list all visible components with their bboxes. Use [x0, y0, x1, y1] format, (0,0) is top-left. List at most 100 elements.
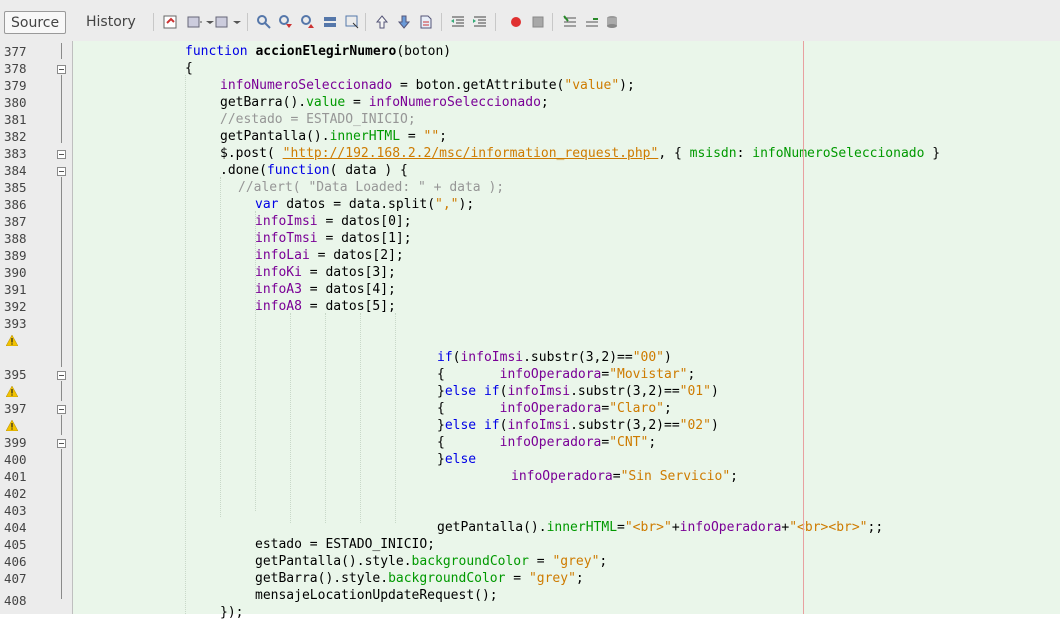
- code-text: ;: [599, 554, 608, 569]
- find-selection-icon[interactable]: [256, 14, 272, 30]
- string-literal: "<br><br>": [789, 520, 868, 535]
- code-text: ;: [730, 469, 738, 484]
- stop-macro-icon[interactable]: [530, 14, 546, 30]
- toggle-bookmark-icon[interactable]: [418, 14, 434, 30]
- string-literal: "Movistar": [609, 367, 688, 382]
- url-link[interactable]: "http://192.168.2.2/msc/information_requ…: [283, 146, 659, 161]
- shift-left-icon[interactable]: [450, 14, 466, 30]
- code-line: {: [185, 61, 193, 76]
- line-number: 378: [4, 61, 27, 76]
- fold-toggle[interactable]: [57, 150, 66, 159]
- indent-guide: [220, 177, 221, 517]
- fold-line: [61, 75, 62, 143]
- warning-icon[interactable]: [6, 386, 18, 397]
- line-number: 408: [4, 593, 27, 608]
- variable: infoA8: [255, 299, 302, 314]
- code-line: var datos = data.split(",");: [255, 197, 474, 213]
- toggle-rect-select-icon[interactable]: [344, 14, 360, 30]
- string-literal: "": [423, 129, 440, 144]
- database-icon[interactable]: [604, 14, 620, 30]
- code-line: getBarra().style.backgroundColor = "grey…: [255, 571, 584, 587]
- code-line: function accionElegirNumero(boton): [185, 44, 451, 60]
- code-editor[interactable]: function accionElegirNumero(boton) { inf…: [73, 41, 1060, 620]
- line-number: 406: [4, 554, 27, 569]
- line-number: 382: [4, 129, 27, 144]
- fold-toggle[interactable]: [57, 167, 66, 176]
- fold-line: [61, 177, 62, 367]
- previous-bookmark-icon[interactable]: [374, 14, 390, 30]
- find-next-icon[interactable]: [300, 14, 316, 30]
- toolbar-separator: [247, 13, 248, 31]
- find-previous-icon[interactable]: [278, 14, 294, 30]
- code-text: $.post(: [220, 146, 283, 161]
- line-number: 393: [4, 316, 27, 331]
- field: backgroundColor: [388, 571, 506, 586]
- code-text: }: [437, 384, 445, 399]
- code-line: infoOperadora="Sin Servicio";: [511, 469, 738, 485]
- code-line: .done(function( data ) {: [220, 163, 408, 179]
- variable: infoA3: [255, 282, 302, 297]
- code-text: getBarra().: [220, 95, 307, 110]
- code-text: ): [710, 384, 719, 399]
- chevron-down-icon[interactable]: [229, 14, 245, 30]
- warning-icon[interactable]: [6, 335, 18, 346]
- code-line: $.post( "http://192.168.2.2/msc/informat…: [220, 146, 940, 162]
- variable: infoKi: [255, 265, 302, 280]
- code-line: estado = ESTADO_INICIO;: [255, 537, 436, 552]
- code-line: getPantalla().innerHTML = "";: [220, 129, 447, 145]
- line-number: 385: [4, 180, 27, 195]
- code-text: getBarra().style.: [255, 571, 389, 586]
- fold-toggle[interactable]: [57, 371, 66, 380]
- uncomment-icon[interactable]: [584, 14, 600, 30]
- code-text: .done(: [220, 163, 267, 178]
- string-literal: "Claro": [609, 401, 664, 416]
- variable: infoOperadora: [679, 520, 782, 535]
- forward-icon[interactable]: [214, 14, 230, 30]
- code-line: infoA3 = datos[4];: [255, 282, 396, 298]
- fold-toggle[interactable]: [57, 439, 66, 448]
- line-number: 407: [4, 571, 27, 586]
- field: value: [306, 95, 346, 110]
- toolbar-separator: [441, 13, 442, 31]
- string-literal: "grey": [528, 571, 576, 586]
- variable: infoNumeroSeleccionado: [368, 95, 541, 110]
- line-number: 397: [4, 401, 27, 416]
- back-icon[interactable]: [187, 14, 203, 30]
- code-text: );: [619, 78, 635, 93]
- code-line: }else: [437, 452, 476, 468]
- comment-icon[interactable]: [562, 14, 578, 30]
- tab-source[interactable]: Source: [4, 11, 67, 34]
- code-line: infoKi = datos[3];: [255, 265, 396, 281]
- last-edit-icon[interactable]: [163, 14, 179, 30]
- code-line: });: [220, 605, 244, 620]
- code-text: ;: [687, 367, 696, 382]
- code-text: );: [458, 197, 475, 212]
- editor-toolbar: Source History: [0, 0, 1060, 42]
- shift-right-icon[interactable]: [472, 14, 488, 30]
- indent-guide: [325, 313, 326, 523]
- keyword: else if: [444, 418, 500, 433]
- code-line: { infoOperadora="Movistar";: [437, 367, 695, 383]
- toggle-highlight-icon[interactable]: [322, 14, 338, 30]
- code-line: infoA8 = datos[5];: [255, 299, 396, 315]
- variable: infoNumeroSeleccionado: [220, 78, 393, 93]
- keyword: function: [266, 163, 330, 178]
- code-text: = datos[0];: [317, 214, 412, 229]
- code-text: .substr(3,2)==: [523, 350, 633, 365]
- code-line: infoLai = datos[2];: [255, 248, 404, 264]
- tab-history[interactable]: History: [80, 11, 142, 34]
- keyword: else: [444, 452, 477, 467]
- code-text: = datos[1];: [317, 231, 412, 246]
- fold-toggle[interactable]: [57, 405, 66, 414]
- code-text: {: [437, 401, 500, 416]
- fold-toggle[interactable]: [57, 65, 66, 74]
- line-number: 405: [4, 537, 27, 552]
- variable: infoImsi: [507, 418, 571, 433]
- code-line: { infoOperadora="CNT";: [437, 435, 656, 451]
- indent-guide: [290, 313, 291, 523]
- string-literal: "value": [564, 78, 620, 93]
- next-bookmark-icon[interactable]: [396, 14, 412, 30]
- code-text: = boton.getAttribute(: [392, 78, 565, 93]
- warning-icon[interactable]: [6, 420, 18, 431]
- start-macro-icon[interactable]: [508, 14, 524, 30]
